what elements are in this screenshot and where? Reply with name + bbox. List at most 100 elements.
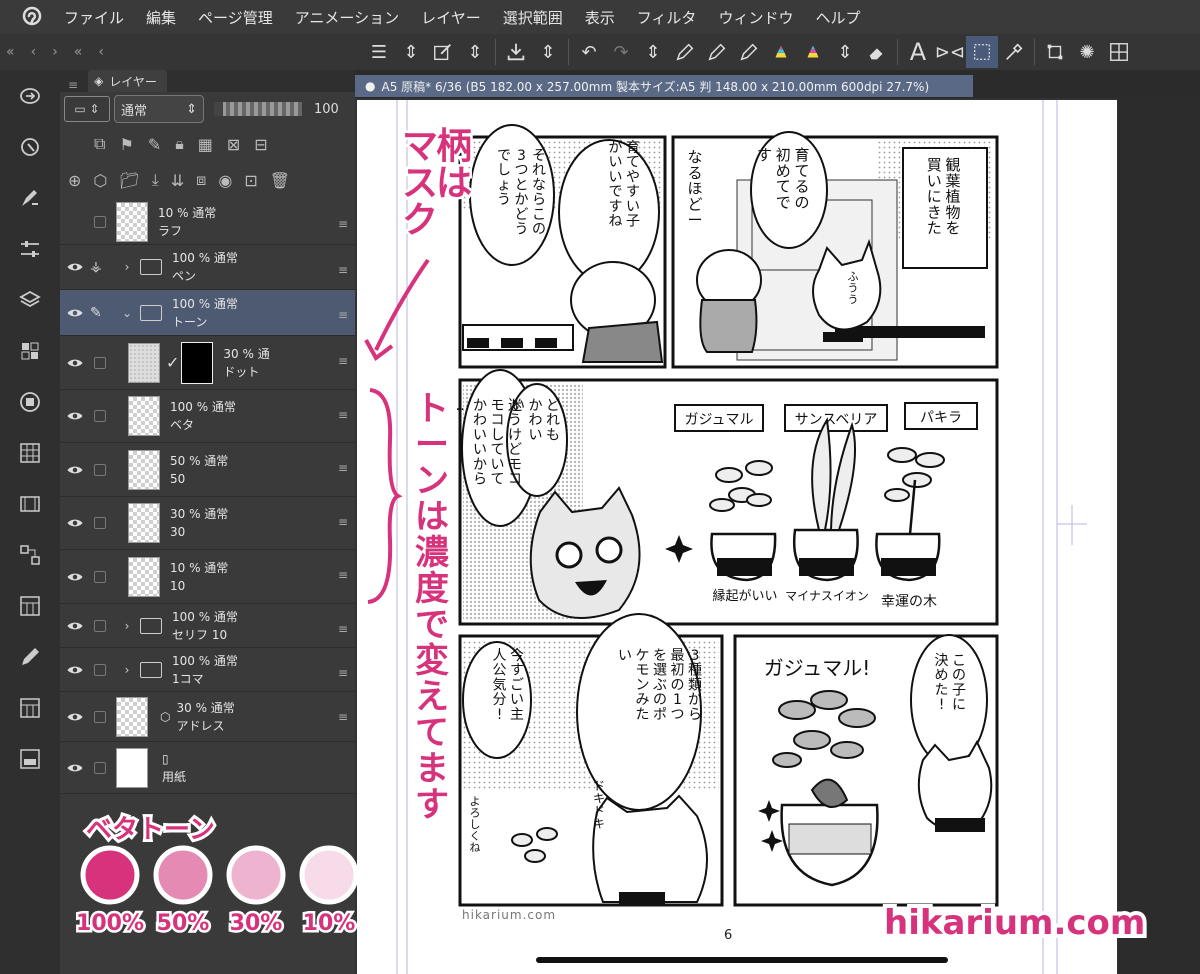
pen-icon[interactable] xyxy=(669,36,701,68)
lock-icon[interactable]: 🔒︎ xyxy=(175,134,184,154)
drag-handle-icon[interactable]: ≡ xyxy=(338,568,348,582)
timeline-icon[interactable] xyxy=(0,478,60,529)
opacity-slider[interactable] xyxy=(214,102,302,116)
layers-icon[interactable] xyxy=(0,274,60,325)
layer-color-button[interactable]: ▭ ⇕ xyxy=(64,96,110,122)
drag-handle-icon[interactable]: ≡ xyxy=(338,461,348,475)
apply-mask-icon[interactable]: ⊡ xyxy=(244,171,257,190)
eraser-icon[interactable] xyxy=(861,36,893,68)
chevron-right-icon[interactable]: › xyxy=(120,663,134,677)
drag-handle-icon[interactable]: ≡ xyxy=(338,408,348,422)
color-set-icon[interactable] xyxy=(0,427,60,478)
export-icon[interactable] xyxy=(500,36,532,68)
mask-enable-icon[interactable]: ⊠ xyxy=(227,135,240,154)
layer-checkbox[interactable] xyxy=(94,410,106,422)
chevron-right-icon[interactable]: › xyxy=(120,619,134,633)
layer-checkbox[interactable] xyxy=(94,570,106,583)
menu-icon[interactable]: ☰ xyxy=(363,36,395,68)
brush-settings-icon[interactable] xyxy=(0,172,60,223)
menu-help[interactable]: ヘルプ xyxy=(815,7,860,28)
menu-page[interactable]: ページ管理 xyxy=(198,7,273,28)
back-icon[interactable]: ‹ xyxy=(98,44,104,60)
menu-edit[interactable]: 編集 xyxy=(146,7,176,28)
layer-checkbox[interactable] xyxy=(94,463,106,476)
layer-row[interactable]: 10 % 通常 ラフ ≡ xyxy=(60,199,356,245)
layer-folder-row[interactable]: ⚶ › 100 % 通常 ペン ≡ xyxy=(60,245,356,290)
eye-icon[interactable] xyxy=(60,461,90,479)
navigator-icon[interactable] xyxy=(0,121,60,172)
flip-icon[interactable]: ⊳⊲ xyxy=(934,36,966,68)
loading-icon[interactable]: ✺ xyxy=(1071,36,1103,68)
eye-icon[interactable] xyxy=(60,759,90,777)
new-vector-layer-icon[interactable]: ⬡ xyxy=(93,171,107,190)
eye-icon[interactable] xyxy=(60,617,90,635)
layer-row[interactable]: 30 % 通常 30 ≡ xyxy=(60,497,356,550)
mask-icon[interactable]: ◉ xyxy=(218,171,232,190)
layer-folder-row[interactable]: › 100 % 通常 セリフ 10 ≡ xyxy=(60,604,356,648)
layer-checkbox[interactable] xyxy=(94,517,106,529)
merge-down-icon[interactable]: ⇊ xyxy=(171,171,184,190)
menu-view[interactable]: 表示 xyxy=(585,7,615,28)
layer-row[interactable]: ▯ 用紙 xyxy=(60,742,356,794)
layer-row[interactable]: 100 % 通常 ベタ ≡ xyxy=(60,390,356,443)
eye-icon[interactable] xyxy=(60,407,90,425)
drag-handle-icon[interactable]: ≡ xyxy=(338,622,348,636)
stepper-icon-5[interactable]: ⇕ xyxy=(829,36,861,68)
menu-selection[interactable]: 選択範囲 xyxy=(503,7,563,28)
manga-page[interactable]: 観葉植物を買いにきた育てるの初めてですなるほどーふうう育てやすい子がいいですねそ… xyxy=(357,100,1117,974)
eye-icon[interactable] xyxy=(60,258,90,276)
drag-handle-icon[interactable]: ≡ xyxy=(338,263,348,277)
eye-icon[interactable] xyxy=(60,304,90,322)
draft-icon[interactable]: ✎ xyxy=(148,135,161,154)
eye-icon[interactable] xyxy=(60,661,90,679)
eye-icon[interactable] xyxy=(60,568,90,586)
stepper-icon[interactable]: ⇕ xyxy=(395,36,427,68)
tab-layer[interactable]: ◈ レイヤー xyxy=(88,70,167,92)
lock-transparency-icon[interactable]: ▦ xyxy=(198,135,213,154)
drag-handle-icon[interactable]: ≡ xyxy=(338,710,348,724)
clip-icon[interactable]: ⧉ xyxy=(94,134,105,154)
opacity-value[interactable]: 100 xyxy=(314,102,339,117)
eye-icon[interactable] xyxy=(60,354,90,372)
eye-icon[interactable] xyxy=(60,514,90,532)
layer-folder-row[interactable]: › 100 % 通常 1コマ ≡ xyxy=(60,648,356,692)
chevron-down-icon[interactable]: ⌄ xyxy=(120,306,134,320)
drag-handle-icon[interactable]: ≡ xyxy=(338,354,348,368)
layer-checkbox[interactable] xyxy=(94,710,106,723)
menu-filter[interactable]: フィルタ xyxy=(637,7,697,28)
panel-menu-icon[interactable]: ≡ xyxy=(68,78,78,92)
selection-layer-icon[interactable] xyxy=(427,36,459,68)
info-panel-icon[interactable] xyxy=(0,733,60,784)
pen-icon-2[interactable] xyxy=(701,36,733,68)
pencil-icon[interactable] xyxy=(0,631,60,682)
layer-row[interactable]: ✓ 30 % 通ドット ≡ xyxy=(60,336,356,390)
grid-icon[interactable] xyxy=(1103,36,1135,68)
stepper-icon-3[interactable]: ⇕ xyxy=(532,36,564,68)
mask-thumbnail[interactable] xyxy=(181,341,214,384)
sync-icon[interactable] xyxy=(0,70,60,121)
layer-checkbox[interactable] xyxy=(94,215,106,228)
chevron-right-icon[interactable]: › xyxy=(120,260,134,274)
layer-folder-row-selected[interactable]: ✎ ⌄ 100 % 通常 トーン ≡ xyxy=(60,290,356,336)
app-logo-icon[interactable] xyxy=(0,0,64,34)
eyedropper-icon[interactable] xyxy=(998,36,1030,68)
stepper-icon-2[interactable]: ⇕ xyxy=(459,36,491,68)
drag-handle-icon[interactable]: ≡ xyxy=(338,666,348,680)
rect-select-icon[interactable] xyxy=(966,36,998,68)
transform-icon[interactable] xyxy=(1039,36,1071,68)
palette-grid-icon[interactable] xyxy=(0,580,60,631)
collapse-panel-icon[interactable]: « xyxy=(74,44,83,60)
layer-property-icon[interactable] xyxy=(0,529,60,580)
new-raster-layer-icon[interactable]: ⊕ xyxy=(68,171,81,190)
menu-layer[interactable]: レイヤー xyxy=(421,7,481,28)
transfer-down-icon[interactable]: ⤓ xyxy=(152,170,159,190)
layer-row[interactable]: 50 % 通常 50 ≡ xyxy=(60,443,356,497)
text-tool-icon[interactable]: A xyxy=(902,36,934,68)
eye-icon[interactable] xyxy=(60,708,90,726)
color-fill-icon[interactable] xyxy=(765,36,797,68)
collapse-all-icon[interactable]: « xyxy=(6,44,15,60)
new-folder-icon[interactable]: 📁︎ xyxy=(119,171,139,190)
pen-icon-3[interactable] xyxy=(733,36,765,68)
combine-icon[interactable]: ⧈ xyxy=(196,170,206,190)
blend-mode-select[interactable]: 通常 ⇕ xyxy=(114,95,204,123)
